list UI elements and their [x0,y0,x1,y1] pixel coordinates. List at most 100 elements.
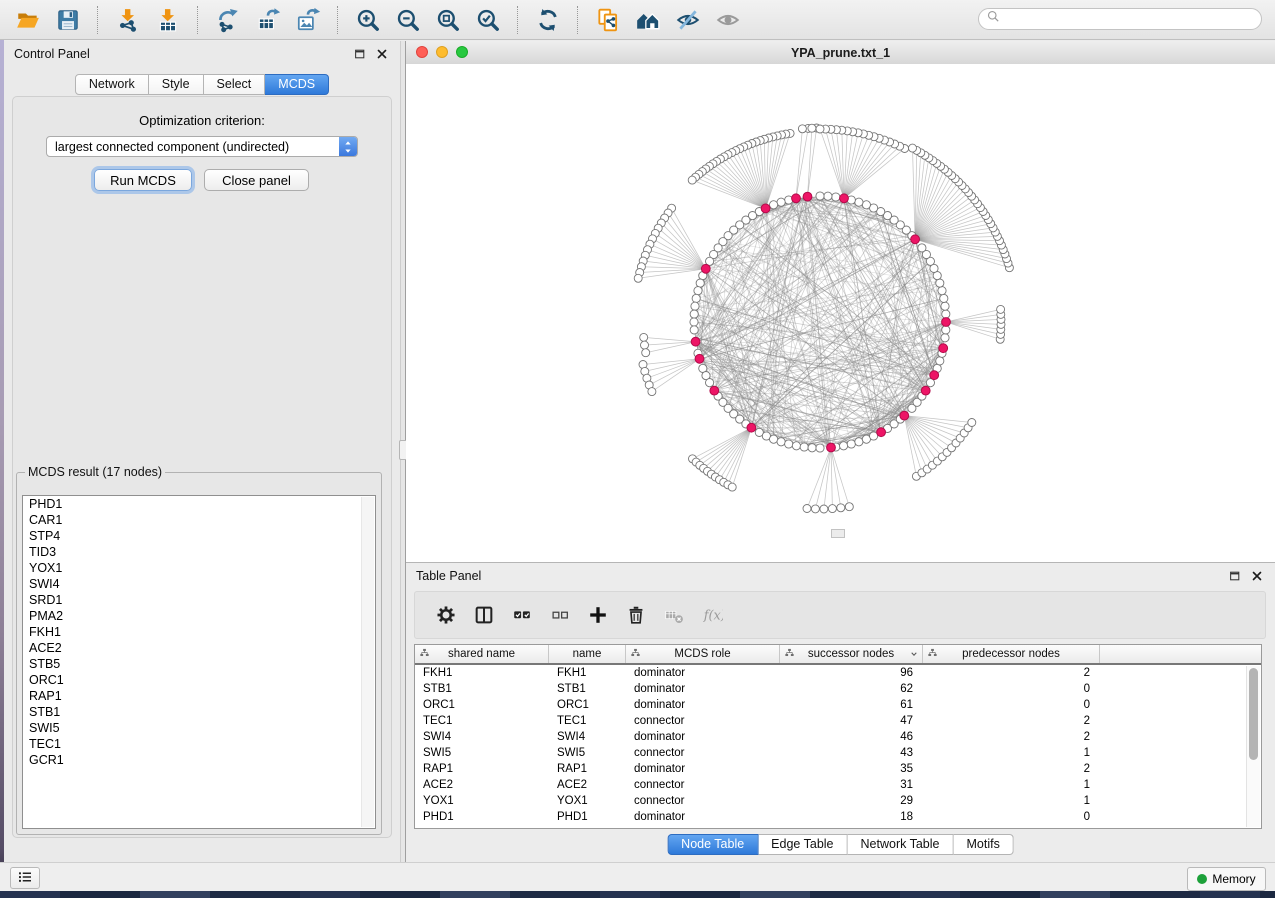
refresh-layout-icon [535,7,561,33]
column-header-successor-nodes[interactable]: successor nodes [780,645,923,663]
import-network-button[interactable] [108,3,148,37]
mcds-result-item[interactable]: FKH1 [23,624,375,640]
table-row[interactable]: PHD1PHD1dominator180 [415,809,1261,825]
tree-icon [784,648,795,659]
table-row[interactable]: TEC1TEC1connector472 [415,713,1261,729]
add-column-button[interactable] [579,597,617,633]
cell-MCDS-role: connector [626,795,780,807]
mcds-result-item[interactable]: CAR1 [23,512,375,528]
select-all-rows-button[interactable] [503,597,541,633]
tab-edge-table[interactable]: Edge Table [758,834,847,855]
first-neighbors-button[interactable] [628,3,668,37]
export-table-button[interactable] [248,3,288,37]
mcds-result-item[interactable]: ACE2 [23,640,375,656]
tab-motifs[interactable]: Motifs [953,834,1013,855]
float-panel-icon[interactable] [352,46,368,62]
table-scrollbar-thumb[interactable] [1249,668,1258,760]
column-header-shared-name[interactable]: shared name [415,645,549,663]
table-row[interactable]: ACE2ACE2connector311 [415,777,1261,793]
memory-button[interactable]: Memory [1187,867,1266,891]
close-panel-icon[interactable] [374,46,390,62]
float-table-panel-icon[interactable] [1227,568,1243,584]
toolbar-separator [97,6,99,34]
criterion-dropdown-value: largest connected component (undirected) [47,140,339,154]
table-settings-button[interactable] [427,597,465,633]
open-file-button[interactable] [8,3,48,37]
table-row[interactable]: STB1STB1dominator620 [415,681,1261,697]
zoom-fit-button[interactable] [428,3,468,37]
network-window-titlebar[interactable]: YPA_prune.txt_1 [406,41,1275,65]
mcds-tab-content: Optimization criterion: largest connecte… [12,96,392,838]
column-visibility-button[interactable] [465,597,503,633]
search-box[interactable] [978,8,1262,30]
search-input[interactable] [1005,11,1261,27]
delete-column-button[interactable] [617,597,655,633]
column-header-name[interactable]: name [549,645,626,663]
column-header-predecessor-nodes[interactable]: predecessor nodes [923,645,1100,663]
cell-predecessor-nodes: 2 [923,763,1100,775]
save-session-button[interactable] [48,3,88,37]
table-row[interactable]: RAP1RAP1dominator352 [415,761,1261,777]
toolbar-separator [197,6,199,34]
criterion-dropdown[interactable]: largest connected component (undirected) [46,136,358,157]
table-toolbar: f(x) [414,591,1266,639]
import-table-button[interactable] [148,3,188,37]
tab-network[interactable]: Network [75,74,149,95]
mcds-list-scrollbar[interactable] [361,497,374,827]
mcds-result-item[interactable]: PMA2 [23,608,375,624]
network-graph[interactable] [406,64,1275,562]
cell-successor-nodes: 18 [780,811,923,823]
cell-shared-name: PHD1 [415,811,549,823]
zoom-selected-button[interactable] [468,3,508,37]
mcds-result-item[interactable]: PHD1 [23,496,375,512]
tab-select[interactable]: Select [204,74,266,95]
table-row[interactable]: FKH1FKH1dominator962 [415,665,1261,681]
run-mcds-button[interactable]: Run MCDS [94,169,192,191]
maximize-window-icon[interactable] [456,46,468,58]
network-canvas[interactable] [406,64,1275,562]
mcds-result-item[interactable]: SWI5 [23,720,375,736]
close-table-panel-icon[interactable] [1249,568,1265,584]
column-header-filler [1100,645,1261,663]
mcds-result-item[interactable]: STB1 [23,704,375,720]
mcds-result-item[interactable]: ORC1 [23,672,375,688]
task-history-button[interactable] [10,867,40,889]
show-all-button[interactable] [708,3,748,37]
close-panel-button[interactable]: Close panel [204,169,309,191]
table-row[interactable]: ORC1ORC1dominator610 [415,697,1261,713]
zoom-in-button[interactable] [348,3,388,37]
mcds-result-item[interactable]: SWI4 [23,576,375,592]
close-window-icon[interactable] [416,46,428,58]
tab-mcds[interactable]: MCDS [265,74,329,95]
zoom-in-icon [355,7,381,33]
refresh-layout-button[interactable] [528,3,568,37]
zoom-out-icon [395,7,421,33]
tab-node-table[interactable]: Node Table [667,834,758,855]
horizontal-splitter-handle[interactable] [831,529,845,538]
mcds-result-item[interactable]: TEC1 [23,736,375,752]
mcds-result-item[interactable]: TID3 [23,544,375,560]
mcds-result-item[interactable]: YOX1 [23,560,375,576]
network-overview-button[interactable] [588,3,628,37]
table-row[interactable]: YOX1YOX1connector291 [415,793,1261,809]
mcds-result-item[interactable]: SRD1 [23,592,375,608]
control-panel: Control Panel NetworkStyleSelectMCDS Opt… [4,41,400,862]
mcds-result-item[interactable]: STP4 [23,528,375,544]
mcds-result-item[interactable]: RAP1 [23,688,375,704]
deselect-all-rows-button[interactable] [541,597,579,633]
table-row[interactable]: SWI5SWI5connector431 [415,745,1261,761]
table-row[interactable]: SWI4SWI4dominator462 [415,729,1261,745]
tab-network-table[interactable]: Network Table [848,834,954,855]
minimize-window-icon[interactable] [436,46,448,58]
column-header-MCDS-role[interactable]: MCDS role [626,645,780,663]
table-scrollbar[interactable] [1246,666,1260,827]
hide-selected-button[interactable] [668,3,708,37]
mcds-result-item[interactable]: GCR1 [23,752,375,768]
zoom-out-button[interactable] [388,3,428,37]
tab-style[interactable]: Style [149,74,204,95]
memory-label: Memory [1212,872,1255,886]
export-image-button[interactable] [288,3,328,37]
mcds-result-item[interactable]: STB5 [23,656,375,672]
export-network-button[interactable] [208,3,248,37]
table-header-row: shared namenameMCDS rolesuccessor nodesp… [415,645,1261,665]
